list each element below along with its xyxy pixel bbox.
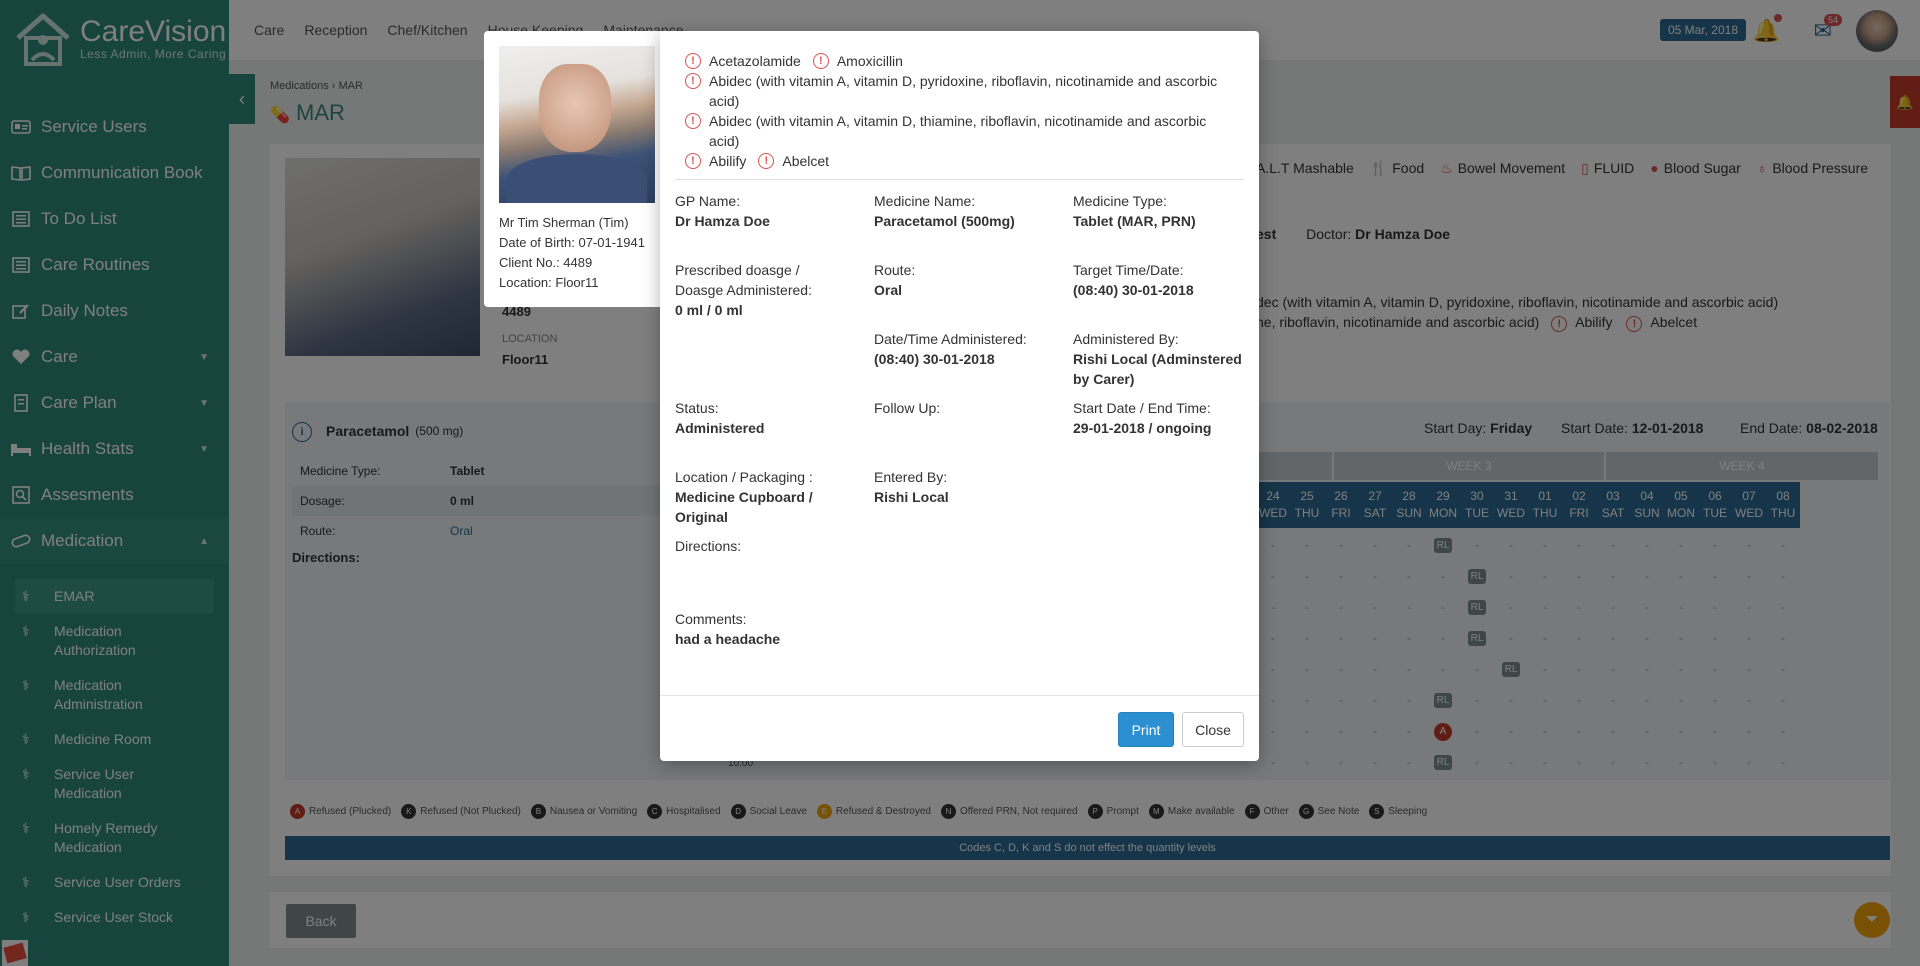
client-photo-face	[539, 64, 611, 152]
allergy-name: Abidec (with vitamin A, vitamin D, pyrid…	[709, 73, 1218, 109]
field-value: Medicine Cupboard / Original	[675, 489, 813, 525]
allergy-name: Abidec (with vitamin A, vitamin D, thiam…	[709, 113, 1207, 149]
allergy-list: ! Acetazolamide ! Amoxicillin ! Abidec (wit…	[685, 51, 1240, 171]
field-label: Status:	[675, 400, 719, 416]
allergy-name: Abilify	[709, 153, 747, 169]
field-label: Administered By:	[1073, 331, 1179, 347]
field-value: Tablet (MAR, PRN)	[1073, 213, 1196, 229]
field-label: GP Name:	[675, 193, 741, 209]
field-value: had a headache	[675, 631, 781, 647]
client-photo-body	[507, 154, 647, 203]
field-label: Prescribed doasge / Doasge Administered:	[675, 262, 812, 298]
field-label: Comments:	[675, 611, 747, 627]
field-value: 0 ml / 0 ml	[675, 302, 743, 318]
field-comments: Comments: had a headache	[675, 609, 865, 649]
field-medicine-name: Medicine Name: Paracetamol (500mg)	[874, 191, 1064, 231]
field-value: (08:40) 30-01-2018	[1073, 282, 1194, 298]
warning-icon: !	[685, 153, 701, 169]
divider	[675, 179, 1244, 180]
warning-icon: !	[685, 53, 701, 69]
allergy-item: ! Acetazolamide	[685, 51, 801, 71]
field-value: Rishi Local	[874, 489, 949, 505]
client-location: Location: Floor11	[499, 275, 599, 290]
client-number: Client No.: 4489	[499, 255, 593, 270]
field-location-packaging: Location / Packaging : Medicine Cupboard…	[675, 467, 835, 527]
allergy-item: ! Abilify	[685, 151, 746, 171]
close-button[interactable]: Close	[1182, 712, 1244, 747]
field-date-time-administered: Date/Time Administered: (08:40) 30-01-20…	[874, 329, 1064, 369]
client-dob: Date of Birth: 07-01-1941	[499, 235, 645, 250]
print-button[interactable]: Print	[1118, 712, 1174, 747]
client-photo	[499, 46, 655, 203]
field-entered-by: Entered By: Rishi Local	[874, 467, 1064, 507]
allergy-name: Acetazolamide	[709, 53, 801, 69]
warning-icon: !	[685, 113, 701, 129]
field-directions: Directions:	[675, 536, 865, 556]
field-label: Route:	[874, 262, 916, 278]
field-label: Medicine Type:	[1073, 193, 1167, 209]
allergy-item: ! Amoxicillin	[812, 51, 903, 71]
field-medicine-type: Medicine Type: Tablet (MAR, PRN)	[1073, 191, 1263, 231]
field-value: Rishi Local (Adminstered by Carer)	[1073, 351, 1242, 387]
allergy-item: ! Abidec (with vitamin A, vitamin D, pyri…	[685, 71, 1240, 111]
field-follow-up: Follow Up:	[874, 398, 1064, 418]
field-route: Route: Oral	[874, 260, 1064, 300]
warning-icon: !	[812, 53, 829, 69]
allergy-name: Amoxicillin	[836, 53, 903, 69]
field-label: Target Time/Date:	[1073, 262, 1184, 278]
client-card: Mr Tim Sherman (Tim) Date of Birth: 07-0…	[484, 31, 676, 307]
field-gp-name: GP Name: Dr Hamza Doe	[675, 191, 865, 231]
allergy-item: ! Abidec (with vitamin A, vitamin D, thia…	[685, 111, 1240, 151]
field-status: Status: Administered	[675, 398, 865, 438]
dialog-footer: Print Close	[660, 695, 1259, 761]
administration-detail-dialog: ! Acetazolamide ! Amoxicillin ! Abidec (wit…	[660, 31, 1259, 761]
field-value: 29-01-2018 / ongoing	[1073, 420, 1212, 436]
field-value: Administered	[675, 420, 765, 436]
warning-icon: !	[758, 153, 775, 169]
field-start-end: Start Date / End Time: 29-01-2018 / ongo…	[1073, 398, 1263, 438]
field-value: Oral	[874, 282, 903, 298]
warning-icon: !	[685, 73, 701, 89]
field-label: Medicine Name:	[874, 193, 976, 209]
field-label: Date/Time Administered:	[874, 331, 1027, 347]
field-label: Follow Up:	[874, 400, 941, 416]
field-label: Directions:	[675, 538, 742, 554]
field-administered-by: Administered By: Rishi Local (Adminstere…	[1073, 329, 1248, 389]
allergy-name: Abelcet	[782, 153, 830, 169]
field-dosage: Prescribed doasge / Doasge Administered:…	[675, 260, 835, 320]
field-label: Entered By:	[874, 469, 948, 485]
client-name: Mr Tim Sherman (Tim)	[499, 215, 629, 230]
field-value: Dr Hamza Doe	[675, 213, 770, 229]
field-label: Location / Packaging :	[675, 469, 813, 485]
field-value: (08:40) 30-01-2018	[874, 351, 995, 367]
field-target-time: Target Time/Date: (08:40) 30-01-2018	[1073, 260, 1263, 300]
field-value: Paracetamol (500mg)	[874, 213, 1015, 229]
field-label: Start Date / End Time:	[1073, 400, 1211, 416]
allergy-item: ! Abelcet	[758, 151, 829, 171]
